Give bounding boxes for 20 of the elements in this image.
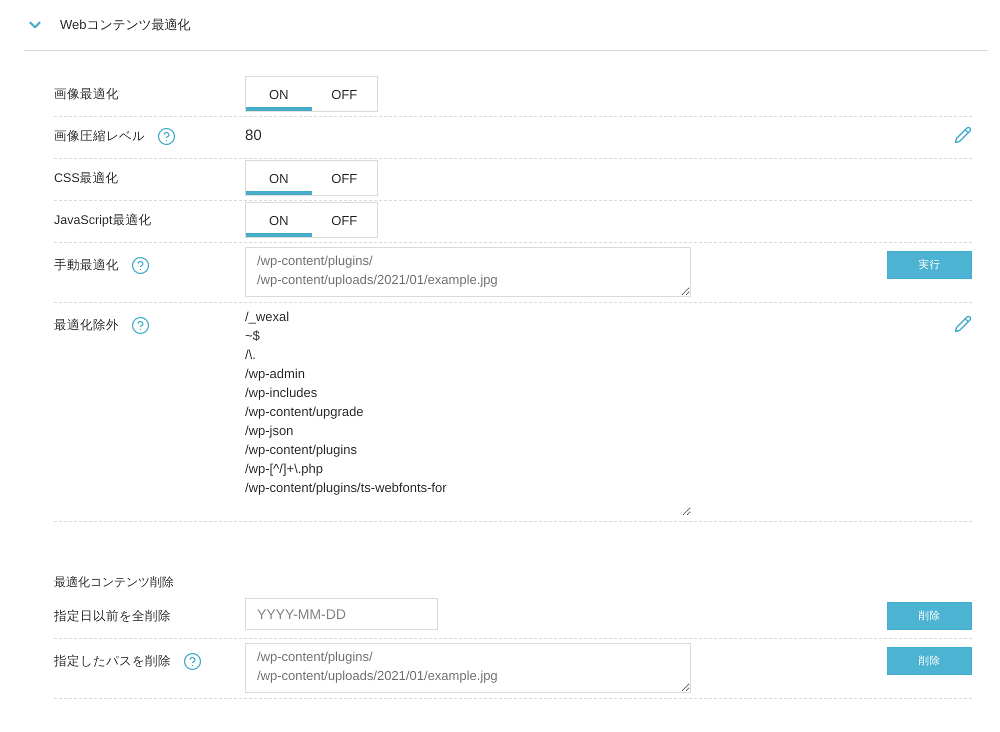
help-icon[interactable] (183, 652, 202, 670)
setting-label: 指定日以前を全削除 (54, 608, 171, 624)
setting-value: 80 (245, 126, 263, 146)
setting-label: 画像圧縮レベル (54, 128, 145, 144)
setting-label: 画像最適化 (54, 86, 119, 102)
date-field[interactable]: YYYY-MM-DD (245, 598, 438, 630)
path-textarea[interactable]: /wp-content/plugins/ /wp-content/uploads/2021/01/example.jpg (245, 643, 691, 693)
edit-button[interactable] (954, 315, 972, 333)
setting-label: 最適化除外 (54, 316, 119, 334)
edit-button[interactable] (954, 126, 972, 144)
setting-label: JavaScript最適化 (54, 212, 152, 228)
subsection-heading: 最適化コンテンツ削除 (54, 574, 175, 591)
section-title: Webコンテンツ最適化 (60, 16, 190, 34)
setting-label: 手動最適化 (54, 256, 119, 274)
help-icon[interactable] (157, 126, 176, 146)
setting-label: CSS最適化 (54, 170, 119, 186)
help-icon[interactable] (131, 256, 150, 274)
path-textarea[interactable]: /wp-content/plugins/ /wp-content/uploads/2021/01/example.jpg (245, 247, 691, 297)
setting-label: 指定したパスを削除 (54, 652, 171, 670)
help-icon[interactable] (131, 316, 150, 334)
